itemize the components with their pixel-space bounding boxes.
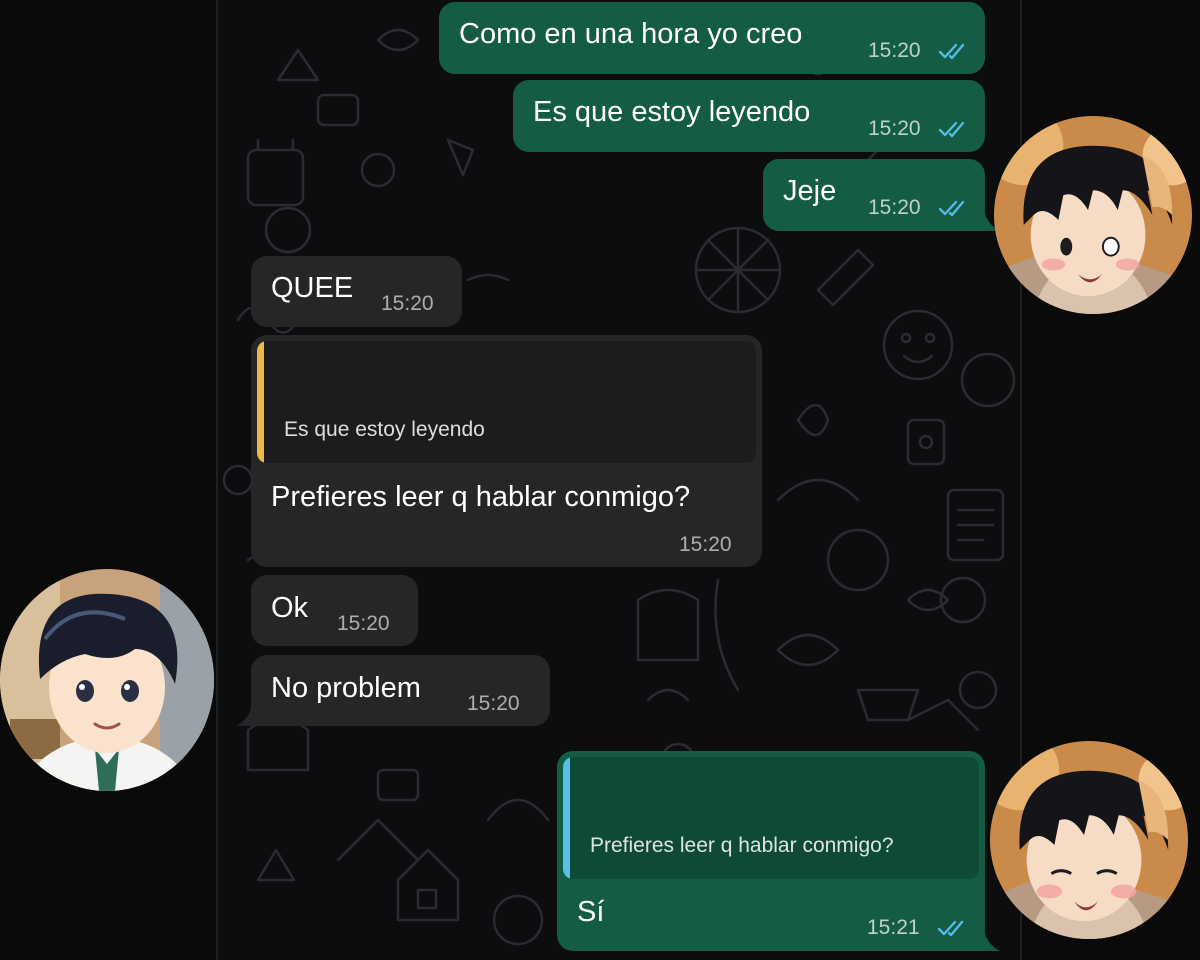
- message-text: Prefieres leer q hablar conmigo?: [271, 481, 691, 513]
- bubble-tail: [236, 706, 252, 726]
- message-text: No problem: [271, 672, 421, 704]
- message-time: 15:20: [381, 292, 434, 315]
- quoted-message-text: Prefieres leer q hablar conmigo?: [590, 834, 894, 857]
- message-bubble-outgoing[interactable]: Jeje 15:20: [763, 159, 985, 231]
- quoted-message[interactable]: Es que estoy leyendo: [257, 341, 756, 463]
- bubble-tail: [984, 931, 1000, 951]
- message-bubble-incoming-reply[interactable]: Es que estoy leyendo Prefieres leer q ha…: [251, 335, 762, 567]
- read-receipt-icon: [938, 121, 965, 138]
- quoted-message[interactable]: Prefieres leer q hablar conmigo?: [563, 757, 979, 879]
- message-time: 15:20: [679, 533, 732, 556]
- message-time: 15:20: [868, 117, 921, 140]
- anime-boy-smiling-avatar-icon: [0, 569, 214, 791]
- message-text: Sí: [577, 896, 605, 928]
- anime-boy-blushing-avatar-icon: [994, 116, 1192, 314]
- message-time: 15:20: [337, 612, 390, 635]
- message-bubble-incoming[interactable]: QUEE 15:20: [251, 256, 462, 327]
- message-text: Ok: [271, 592, 309, 624]
- chat-panel[interactable]: Como en una hora yo creo 15:20 Es que es…: [216, 0, 1022, 960]
- message-bubble-outgoing[interactable]: Como en una hora yo creo 15:20: [439, 2, 985, 74]
- message-text: Jeje: [783, 175, 837, 207]
- message-bubble-outgoing-reply[interactable]: Prefieres leer q hablar conmigo? Sí 15:2…: [557, 751, 985, 951]
- read-receipt-icon: [938, 43, 965, 60]
- message-time: 15:20: [467, 692, 520, 715]
- quoted-message-text: Es que estoy leyendo: [284, 418, 485, 441]
- message-text: Como en una hora yo creo: [459, 18, 803, 50]
- message-bubble-incoming[interactable]: No problem 15:20: [251, 655, 550, 726]
- message-bubble-incoming[interactable]: Ok 15:20: [251, 575, 418, 646]
- quote-accent-bar: [257, 341, 264, 463]
- message-time: 15:21: [867, 916, 920, 939]
- quote-accent-bar: [563, 757, 570, 879]
- message-text: Es que estoy leyendo: [533, 96, 811, 128]
- read-receipt-icon: [938, 200, 965, 217]
- message-bubble-outgoing[interactable]: Es que estoy leyendo 15:20: [513, 80, 985, 152]
- message-time: 15:20: [868, 196, 921, 219]
- anime-boy-blushing-avatar-icon: [990, 741, 1188, 939]
- message-text: QUEE: [271, 272, 354, 304]
- message-time: 15:20: [868, 39, 921, 62]
- read-receipt-icon: [937, 920, 964, 937]
